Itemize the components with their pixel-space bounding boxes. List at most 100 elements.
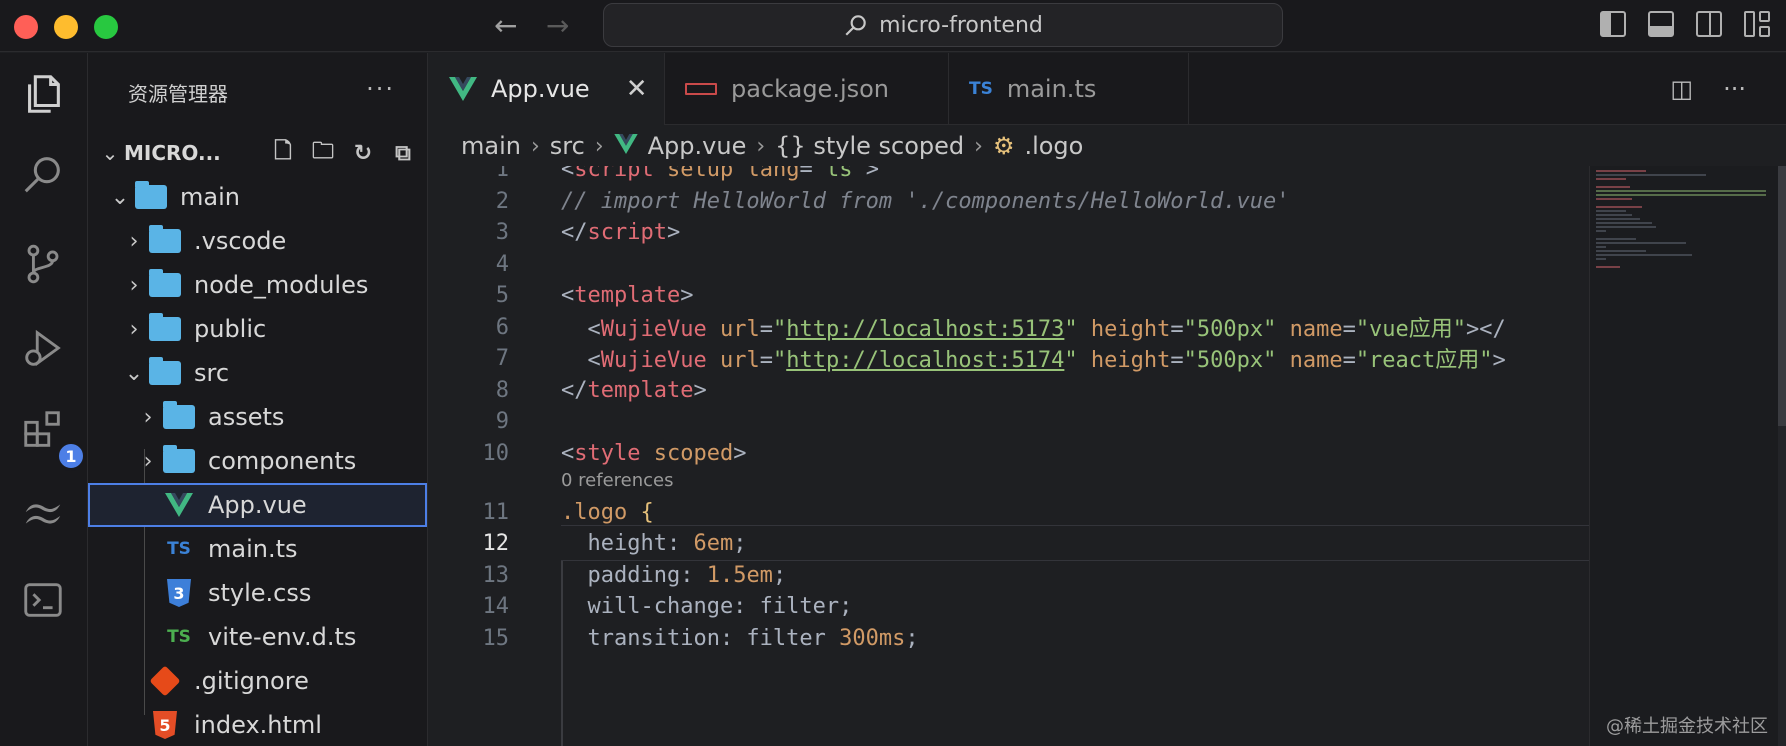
close-window-button[interactable]	[14, 15, 38, 39]
chevron-right-icon: ›	[143, 448, 153, 474]
tree-folder-vscode[interactable]: › .vscode	[88, 219, 427, 263]
explorer-sidebar: 资源管理器 ··· ⌄ MICRO... 🗋 🗀 ↻ ⧉ ⌄ main › .v…	[88, 53, 428, 746]
extensions-icon[interactable]: 1	[18, 405, 86, 471]
tab-package-json[interactable]: package.json	[665, 53, 949, 125]
tree-file-main-ts[interactable]: TS main.ts	[88, 527, 427, 571]
line-number: 9	[495, 408, 509, 434]
chevron-down-icon: ⌄	[110, 184, 130, 210]
tree-item-label: vite-env.d.ts	[208, 623, 357, 651]
scrollbar-thumb[interactable]	[1778, 166, 1786, 426]
close-icon[interactable]: ✕	[626, 74, 648, 104]
code-line: 15 transition: filter 300ms;	[429, 620, 1589, 656]
folder-icon	[148, 357, 182, 386]
customize-layout-icon[interactable]	[1744, 11, 1770, 37]
toggle-secondary-sidebar-icon[interactable]	[1696, 11, 1722, 37]
run-debug-icon[interactable]	[18, 323, 68, 373]
command-center-search[interactable]: micro-frontend	[603, 3, 1283, 47]
minimize-window-button[interactable]	[54, 15, 78, 39]
toggle-panel-icon[interactable]	[1648, 11, 1674, 37]
more-actions-icon[interactable]: ···	[1723, 75, 1746, 103]
breadcrumb-item[interactable]: src	[550, 132, 585, 160]
tab-label: main.ts	[1006, 75, 1097, 103]
folder-icon	[134, 181, 168, 210]
tab-label: App.vue	[491, 75, 590, 103]
folder-icon	[162, 401, 196, 430]
line-number: 1	[495, 166, 509, 182]
tree-file-gitignore[interactable]: .gitignore	[88, 659, 427, 703]
folder-icon	[148, 313, 182, 342]
line-content: </script>	[561, 219, 681, 245]
line-content: .logo {	[561, 499, 654, 525]
chevron-right-icon: ›	[129, 228, 139, 254]
typescript-icon: TS	[969, 79, 993, 99]
search-icon[interactable]	[18, 149, 68, 199]
css-icon: 3	[162, 579, 196, 607]
tree-folder-public[interactable]: › public	[88, 307, 427, 351]
split-editor-icon[interactable]: ◫	[1670, 75, 1693, 103]
tree-folder-main[interactable]: ⌄ main	[88, 175, 427, 219]
line-number: 10	[482, 440, 510, 466]
tree-folder-node-modules[interactable]: › node_modules	[88, 263, 427, 307]
tree-folder-components[interactable]: › components	[88, 439, 427, 483]
line-content: <script setup lang="ts">	[561, 166, 879, 182]
tree-item-label: public	[194, 315, 267, 343]
watermark: @稀土掘金技术社区	[1606, 716, 1768, 737]
typescript-icon: TS	[167, 539, 191, 559]
new-folder-icon[interactable]: 🗀	[309, 139, 337, 167]
git-icon	[148, 665, 182, 697]
command-center-text: micro-frontend	[879, 12, 1043, 38]
activity-bar: 1	[0, 53, 88, 746]
breadcrumb-item[interactable]: {} style scoped	[775, 132, 964, 160]
code-line: 10 <style scoped>	[429, 435, 1589, 471]
tree-folder-src[interactable]: ⌄ src	[88, 351, 427, 395]
source-control-icon[interactable]	[18, 239, 68, 289]
breadcrumb-item[interactable]: main	[461, 132, 521, 160]
line-content: <template>	[561, 282, 694, 308]
tree-file-app-vue[interactable]: App.vue	[88, 483, 427, 527]
tab-main-ts[interactable]: TS main.ts	[949, 53, 1189, 125]
html-icon: 5	[148, 711, 182, 739]
chevron-down-icon: ⌄	[124, 360, 144, 386]
vue-icon	[613, 132, 638, 160]
breadcrumb-item[interactable]: App.vue	[648, 132, 747, 160]
code-editor[interactable]: 1 <script setup lang="ts"> 2 // import H…	[429, 166, 1589, 746]
tree-file-index-html[interactable]: 5 index.html	[88, 703, 427, 746]
line-content: <WujieVue url="http://localhost:5174" he…	[561, 348, 1506, 373]
tree-file-style-css[interactable]: 3 style.css	[88, 571, 427, 615]
codelens-references[interactable]: 0 references	[561, 470, 674, 491]
tailwind-icon[interactable]	[18, 489, 68, 539]
breadcrumb: main › src › App.vue › {} style scoped ›…	[429, 126, 1786, 166]
explorer-icon[interactable]	[18, 69, 68, 119]
breadcrumb-item[interactable]: .logo	[1024, 132, 1083, 160]
toggle-primary-sidebar-icon[interactable]	[1600, 11, 1626, 37]
maximize-window-button[interactable]	[94, 15, 118, 39]
more-actions-icon[interactable]: ···	[366, 75, 395, 103]
arrow-left-icon[interactable]: ←	[494, 10, 517, 42]
line-content: // import HelloWorld from './components/…	[561, 188, 1290, 214]
code-line: 9	[429, 403, 1589, 439]
tree-item-label: App.vue	[208, 491, 307, 519]
tab-app-vue[interactable]: App.vue ✕	[429, 53, 665, 125]
tree-item-label: main	[180, 183, 240, 211]
terminal-icon[interactable]	[18, 575, 68, 625]
tree-item-label: index.html	[194, 711, 322, 739]
npm-icon	[685, 83, 717, 95]
arrow-right-icon[interactable]: →	[546, 10, 569, 42]
extensions-badge: 1	[56, 441, 86, 471]
folder-icon	[162, 445, 196, 474]
tree-file-vite-env[interactable]: TS vite-env.d.ts	[88, 615, 427, 659]
refresh-icon[interactable]: ↻	[349, 139, 377, 167]
typescript-def-icon: TS	[167, 627, 191, 647]
line-number: 5	[495, 282, 509, 308]
tree-folder-assets[interactable]: › assets	[88, 395, 427, 439]
collapse-all-icon[interactable]: ⧉	[389, 139, 417, 167]
line-number: 14	[482, 593, 510, 619]
workspace-section[interactable]: ⌄ MICRO... 🗋 🗀 ↻ ⧉	[88, 131, 427, 175]
line-number: 15	[482, 625, 510, 651]
new-file-icon[interactable]: 🗋	[269, 139, 297, 167]
code-line: 12 height: 6em;	[429, 525, 1589, 561]
line-number: 4	[495, 251, 509, 277]
tree-item-label: src	[194, 359, 230, 387]
chevron-right-icon: ›	[756, 133, 766, 159]
minimap[interactable]: @稀土掘金技术社区	[1589, 166, 1786, 746]
